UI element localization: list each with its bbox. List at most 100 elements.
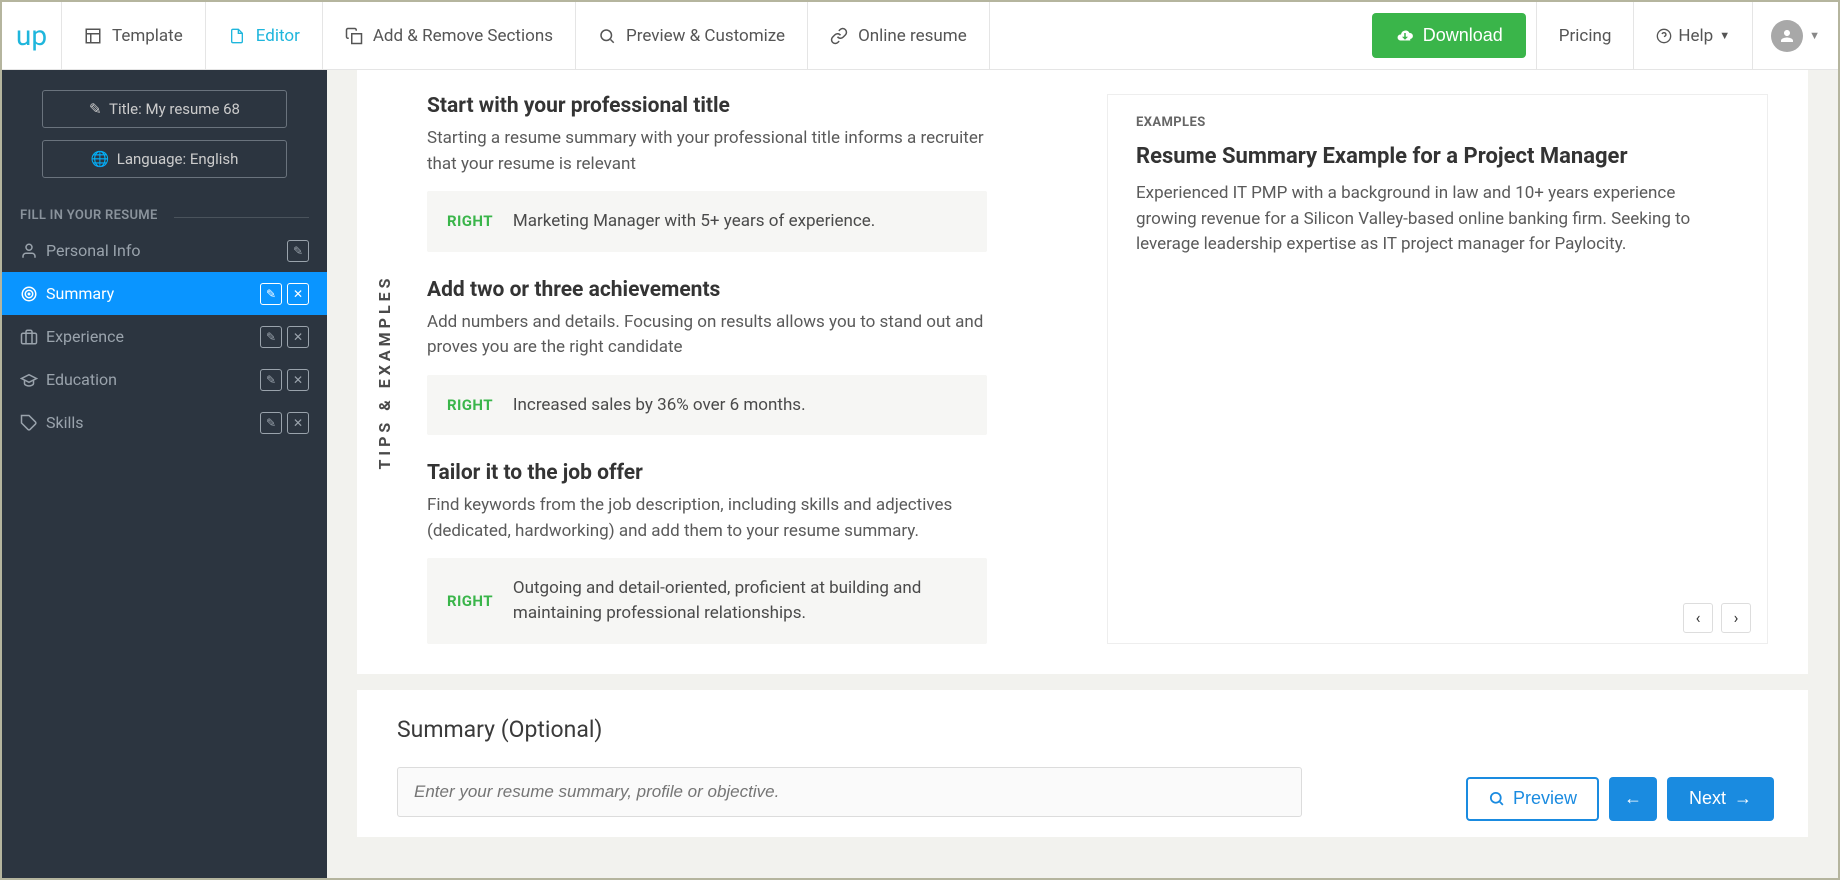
edit-button[interactable]: ✎ xyxy=(260,412,282,434)
editor-heading: Summary (Optional) xyxy=(397,716,1768,743)
tips-examples-card: TIPS & EXAMPLES Start with your professi… xyxy=(357,70,1808,674)
tip-title: Start with your professional title xyxy=(427,94,987,118)
examples-label: EXAMPLES xyxy=(1136,115,1739,130)
example-title: Resume Summary Example for a Project Man… xyxy=(1136,144,1739,169)
sidebar-item-summary[interactable]: Summary ✎ ✕ xyxy=(2,272,327,315)
tips-column: Start with your professional title Start… xyxy=(427,94,987,644)
example-text: Increased sales by 36% over 6 months. xyxy=(513,393,806,418)
nav-template[interactable]: Template xyxy=(62,2,206,69)
search-icon xyxy=(598,27,616,45)
edit-button[interactable]: ✎ xyxy=(260,369,282,391)
example-tag: RIGHT xyxy=(447,212,493,230)
tip-title: Add two or three achievements xyxy=(427,278,987,302)
example-tag: RIGHT xyxy=(447,396,493,414)
help-link[interactable]: Help ▼ xyxy=(1633,2,1752,69)
sidebar-item-label: Experience xyxy=(46,327,124,346)
sidebar-item-label: Skills xyxy=(46,413,84,432)
content-area: TIPS & EXAMPLES Start with your professi… xyxy=(327,70,1838,878)
example-next-button[interactable]: › xyxy=(1721,603,1751,633)
sidebar: ✎ Title: My resume 68 🌐 Language: Englis… xyxy=(2,70,327,878)
edit-button[interactable]: ✎ xyxy=(260,326,282,348)
example-tag: RIGHT xyxy=(447,592,493,610)
example-text: Outgoing and detail-oriented, proficient… xyxy=(513,576,967,625)
sidebar-item-label: Education xyxy=(46,370,117,389)
help-label: Help xyxy=(1678,26,1713,46)
tip-text: Add numbers and details. Focusing on res… xyxy=(427,310,987,361)
close-button[interactable]: ✕ xyxy=(287,283,309,305)
next-button[interactable]: Next → xyxy=(1667,777,1774,821)
user-menu[interactable]: ▼ xyxy=(1752,2,1838,69)
person-icon xyxy=(20,242,46,260)
next-label: Next xyxy=(1689,788,1726,809)
tag-icon xyxy=(20,414,46,432)
vertical-tips-label: TIPS & EXAMPLES xyxy=(375,274,394,469)
pencil-icon: ✎ xyxy=(89,100,102,118)
sidebar-item-label: Summary xyxy=(46,284,114,303)
globe-icon: 🌐 xyxy=(91,150,110,168)
tip-example: RIGHT Increased sales by 36% over 6 mont… xyxy=(427,375,987,436)
target-icon xyxy=(20,285,46,303)
template-icon xyxy=(84,27,102,45)
copy-icon xyxy=(345,27,363,45)
language-text: Language: English xyxy=(117,150,239,168)
title-pill[interactable]: ✎ Title: My resume 68 xyxy=(42,90,287,128)
close-button[interactable]: ✕ xyxy=(287,369,309,391)
sidebar-section-label: FILL IN YOUR RESUME xyxy=(2,190,327,229)
chevron-down-icon: ▼ xyxy=(1809,29,1820,42)
document-icon xyxy=(228,27,246,45)
nav-preview[interactable]: Preview & Customize xyxy=(576,2,808,69)
sidebar-item-label: Personal Info xyxy=(46,241,141,260)
chevron-left-icon: ‹ xyxy=(1696,608,1701,627)
avatar-icon xyxy=(1771,20,1803,52)
graduation-icon xyxy=(20,371,46,389)
sidebar-item-personal[interactable]: Personal Info ✎ xyxy=(2,229,327,272)
close-button[interactable]: ✕ xyxy=(287,412,309,434)
preview-label: Preview xyxy=(1513,788,1577,809)
search-icon xyxy=(1488,790,1505,807)
chevron-down-icon: ▼ xyxy=(1719,29,1730,42)
nav-add-remove[interactable]: Add & Remove Sections xyxy=(323,2,576,69)
tip-block: Add two or three achievements Add number… xyxy=(427,278,987,436)
summary-input[interactable] xyxy=(397,767,1302,817)
summary-editor-card: Summary (Optional) Preview ← Next → xyxy=(357,690,1808,837)
tip-text: Find keywords from the job description, … xyxy=(427,493,987,544)
nav-add-remove-label: Add & Remove Sections xyxy=(373,26,553,46)
language-pill[interactable]: 🌐 Language: English xyxy=(42,140,287,178)
close-button[interactable]: ✕ xyxy=(287,326,309,348)
download-label: Download xyxy=(1423,25,1503,46)
briefcase-icon xyxy=(20,328,46,346)
download-button[interactable]: Download xyxy=(1372,13,1526,58)
help-icon xyxy=(1656,28,1672,44)
edit-button[interactable]: ✎ xyxy=(260,283,282,305)
logo[interactable]: up xyxy=(2,2,62,69)
title-text: Title: My resume 68 xyxy=(109,100,240,118)
nav-template-label: Template xyxy=(112,26,183,46)
tip-block: Tailor it to the job offer Find keywords… xyxy=(427,461,987,643)
examples-column: EXAMPLES Resume Summary Example for a Pr… xyxy=(1107,94,1768,644)
example-prev-button[interactable]: ‹ xyxy=(1683,603,1713,633)
topbar: up Template Editor Add & Remove Sections… xyxy=(2,2,1838,70)
tip-example: RIGHT Marketing Manager with 5+ years of… xyxy=(427,191,987,252)
chevron-right-icon: › xyxy=(1734,608,1739,627)
nav-online[interactable]: Online resume xyxy=(808,2,990,69)
tip-text: Starting a resume summary with your prof… xyxy=(427,126,987,177)
arrow-left-icon: ← xyxy=(1624,788,1642,809)
sidebar-item-education[interactable]: Education ✎ ✕ xyxy=(2,358,327,401)
cloud-download-icon xyxy=(1395,27,1415,45)
nav-online-label: Online resume xyxy=(858,26,967,46)
nav-preview-label: Preview & Customize xyxy=(626,26,785,46)
nav-editor[interactable]: Editor xyxy=(206,2,323,69)
link-icon xyxy=(830,27,848,45)
sidebar-item-skills[interactable]: Skills ✎ ✕ xyxy=(2,401,327,444)
preview-button[interactable]: Preview xyxy=(1466,777,1599,821)
tip-title: Tailor it to the job offer xyxy=(427,461,987,485)
example-text: Marketing Manager with 5+ years of exper… xyxy=(513,209,875,234)
pricing-link[interactable]: Pricing xyxy=(1536,2,1634,69)
tip-block: Start with your professional title Start… xyxy=(427,94,987,252)
arrow-right-icon: → xyxy=(1734,788,1752,809)
back-button[interactable]: ← xyxy=(1609,777,1657,821)
sidebar-item-experience[interactable]: Experience ✎ ✕ xyxy=(2,315,327,358)
nav-editor-label: Editor xyxy=(256,26,300,46)
edit-button[interactable]: ✎ xyxy=(287,240,309,262)
tip-example: RIGHT Outgoing and detail-oriented, prof… xyxy=(427,558,987,643)
